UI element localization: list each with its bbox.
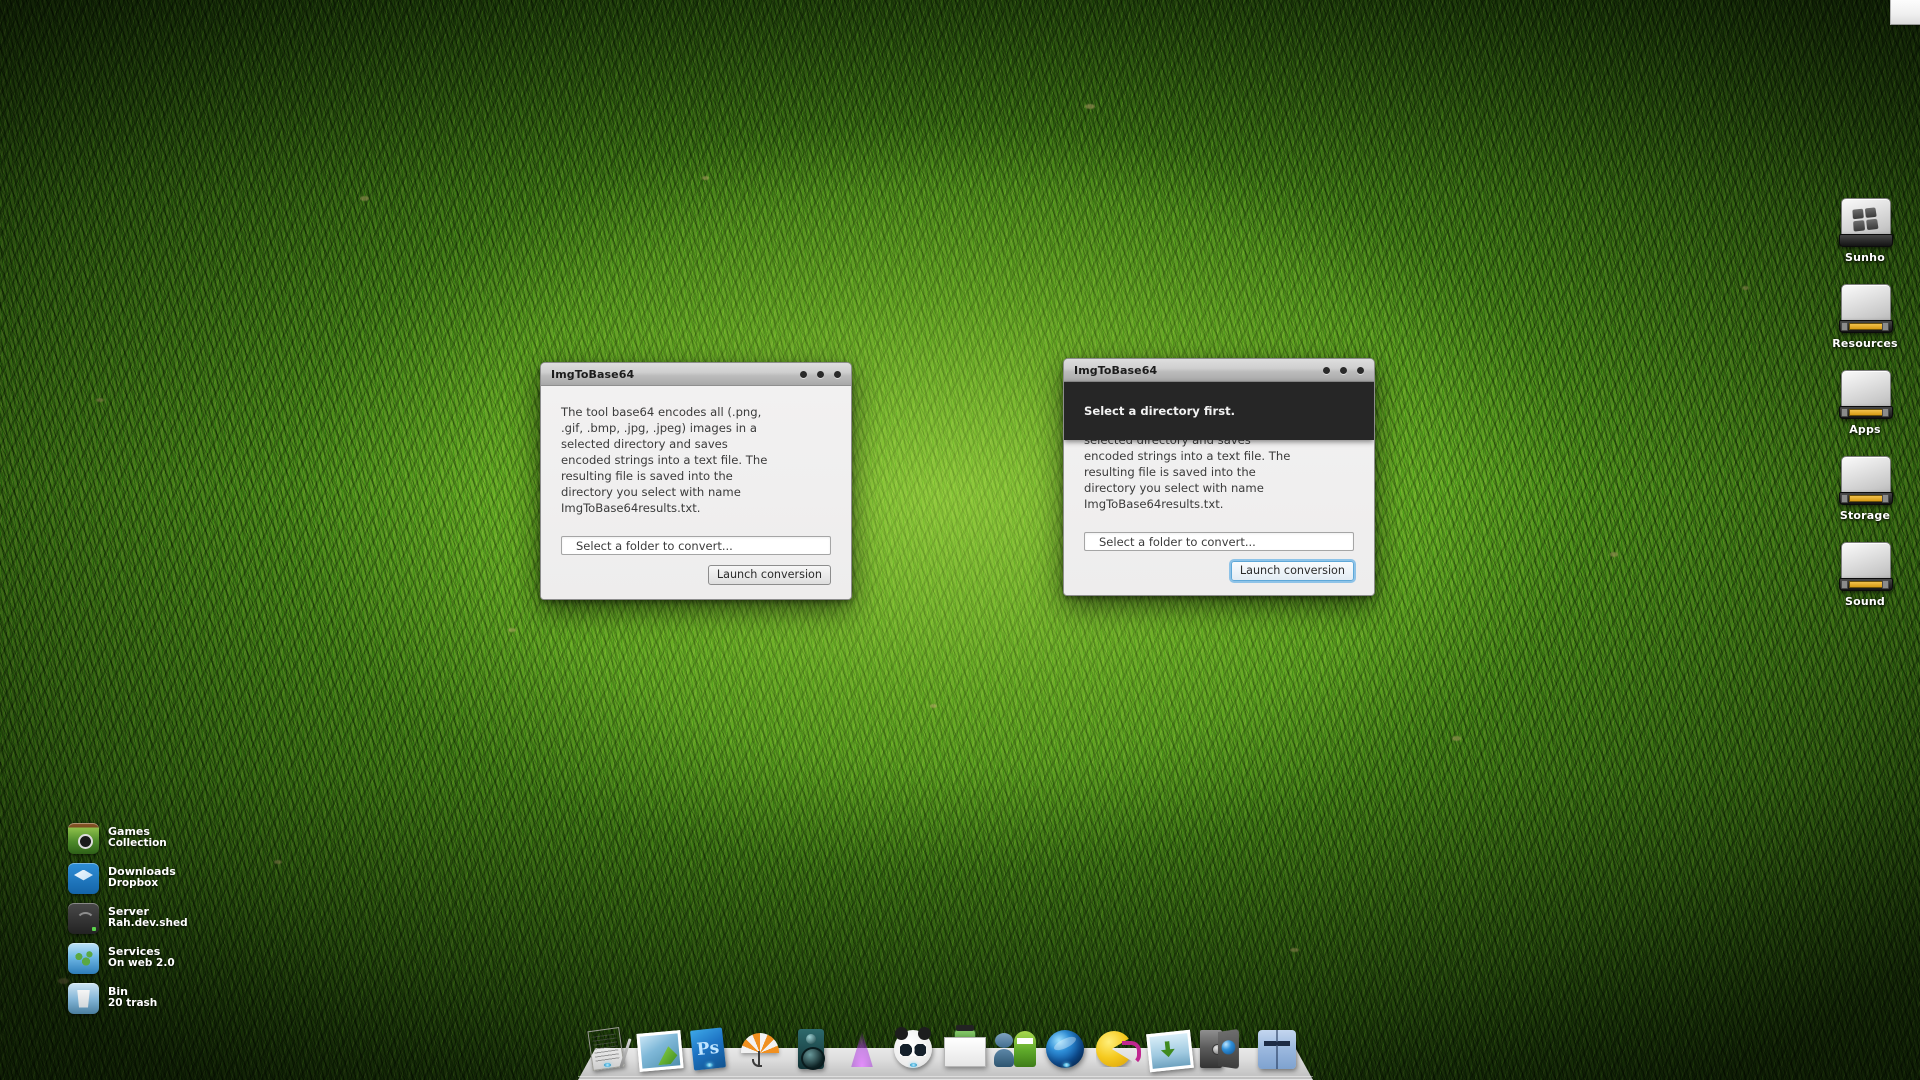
shortcut-item-downloads[interactable]: Downloads Dropbox — [68, 858, 188, 898]
dock-item-pacman[interactable] — [1094, 1027, 1141, 1071]
folder-select-input[interactable] — [1084, 532, 1354, 552]
shortcut-subtitle: 20 trash — [108, 997, 158, 1010]
app-window-imgtobase64-back[interactable]: ImgToBase64 The tool base64 encodes all … — [540, 362, 852, 601]
drive-item-resources[interactable]: Resources — [1810, 282, 1920, 350]
drive-label: Storage — [1839, 509, 1891, 522]
notification-banner: Select a directory first. — [1064, 382, 1374, 440]
dock-item-blue-orb[interactable] — [1043, 1027, 1089, 1071]
window-title: ImgToBase64 — [1074, 363, 1158, 377]
dock-item-image-download[interactable] — [1145, 1027, 1194, 1073]
drive-item-storage[interactable]: Storage — [1810, 454, 1920, 522]
hard-drive-icon — [1837, 282, 1893, 334]
hard-drive-icon — [1837, 454, 1893, 506]
trash-bin-icon — [68, 982, 99, 1014]
window-title: ImgToBase64 — [551, 367, 635, 381]
top-right-panel[interactable] — [1890, 0, 1920, 25]
grass-fleck — [1085, 104, 1095, 109]
grass-fleck — [274, 860, 282, 864]
running-indicator-dot — [604, 1063, 611, 1067]
folder-select-input[interactable] — [561, 536, 831, 556]
grass-fleck — [508, 628, 516, 632]
dock-item-panda[interactable] — [890, 1027, 936, 1071]
launch-conversion-button[interactable]: Launch conversion — [707, 565, 831, 586]
dock-item-umbrella[interactable] — [737, 1027, 783, 1071]
launch-conversion-button[interactable]: Launch conversion — [1230, 561, 1354, 582]
hard-drive-icon — [1837, 540, 1893, 592]
dock-item-magic-effect[interactable] — [839, 1027, 885, 1071]
shortcut-subtitle: Rah.dev.shed — [108, 917, 188, 930]
desktop-background: Sunho Resources Apps Storage Sound Games… — [0, 0, 1920, 1080]
server-wifi-icon — [68, 902, 99, 934]
drive-icon-stack: Sunho Resources Apps Storage Sound — [1810, 196, 1920, 626]
drive-label: Sunho — [1845, 251, 1885, 264]
grass-fleck — [1452, 736, 1461, 741]
drive-item-apps[interactable]: Apps — [1810, 368, 1920, 436]
games-folder-icon — [68, 822, 99, 854]
titlebar[interactable]: ImgToBase64 — [541, 363, 851, 386]
drive-label: Apps — [1849, 423, 1881, 436]
dock-item-safe-vault[interactable] — [1196, 1027, 1242, 1071]
shortcut-item-services[interactable]: Services On web 2.0 — [68, 938, 188, 978]
titlebar[interactable]: ImgToBase64 — [1064, 359, 1374, 382]
grass-fleck — [360, 196, 369, 201]
dock-item-speaker[interactable] — [788, 1027, 834, 1071]
shortcut-subtitle: Dropbox — [108, 877, 159, 890]
dock-item-robot-octopus[interactable] — [992, 1027, 1038, 1071]
drive-label: Resources — [1832, 337, 1898, 350]
drive-item-sound[interactable]: Sound — [1810, 540, 1920, 608]
globe-icon — [68, 942, 99, 974]
shortcut-stack: Games Collection Downloads Dropbox Serve… — [68, 818, 188, 1018]
close-button[interactable] — [834, 370, 841, 378]
shortcut-item-server[interactable]: Server Rah.dev.shed — [68, 898, 188, 938]
windows-drive-icon — [1837, 196, 1893, 248]
dock-item-mail-monster[interactable] — [941, 1025, 987, 1071]
app-window-imgtobase64-front[interactable]: ImgToBase64 Select a directory first. Th… — [1063, 358, 1375, 597]
maximize-button[interactable] — [817, 370, 824, 378]
grass-fleck — [1290, 948, 1299, 952]
grass-fleck — [702, 176, 709, 180]
dropbox-icon — [68, 862, 99, 894]
shortcut-subtitle: On web 2.0 — [108, 957, 175, 970]
windows-logo-icon — [1852, 207, 1879, 232]
notification-message: Select a directory first. — [1084, 404, 1236, 418]
dock: Ps — [578, 1025, 1313, 1080]
minimize-button[interactable] — [800, 370, 807, 378]
drive-label: Sound — [1844, 595, 1885, 608]
dock-item-finder[interactable] — [1254, 1027, 1300, 1071]
grass-fleck — [1610, 552, 1618, 557]
window-body: Select a directory first. The tool base6… — [1064, 382, 1374, 596]
grass-fleck — [1742, 286, 1749, 290]
running-indicator-dot — [1063, 1063, 1070, 1067]
drive-item-sunho[interactable]: Sunho — [1810, 196, 1920, 264]
maximize-button[interactable] — [1340, 366, 1347, 374]
desktop-vignette — [0, 0, 1920, 1080]
window-buttons — [800, 363, 841, 385]
window-buttons — [1323, 359, 1364, 381]
grass-fleck — [930, 704, 937, 708]
dock-shelf-edge — [578, 1076, 1313, 1077]
shortcut-subtitle: Collection — [108, 837, 167, 850]
shortcut-item-bin[interactable]: Bin 20 trash — [68, 978, 188, 1018]
dock-item-photoshop[interactable]: Ps — [686, 1027, 732, 1071]
app-description: The tool base64 encodes all (.png, .gif,… — [561, 405, 768, 515]
dock-item-photo-viewer[interactable] — [635, 1027, 684, 1072]
running-indicator-dot — [910, 1063, 917, 1067]
grass-fleck — [96, 398, 104, 402]
shortcut-item-games[interactable]: Games Collection — [68, 818, 188, 858]
running-indicator-dot — [706, 1063, 713, 1067]
window-body: The tool base64 encodes all (.png, .gif,… — [541, 386, 851, 600]
dock-item-text-editor[interactable] — [584, 1026, 632, 1072]
hard-drive-icon — [1837, 368, 1893, 420]
close-button[interactable] — [1357, 366, 1364, 374]
minimize-button[interactable] — [1323, 366, 1330, 374]
